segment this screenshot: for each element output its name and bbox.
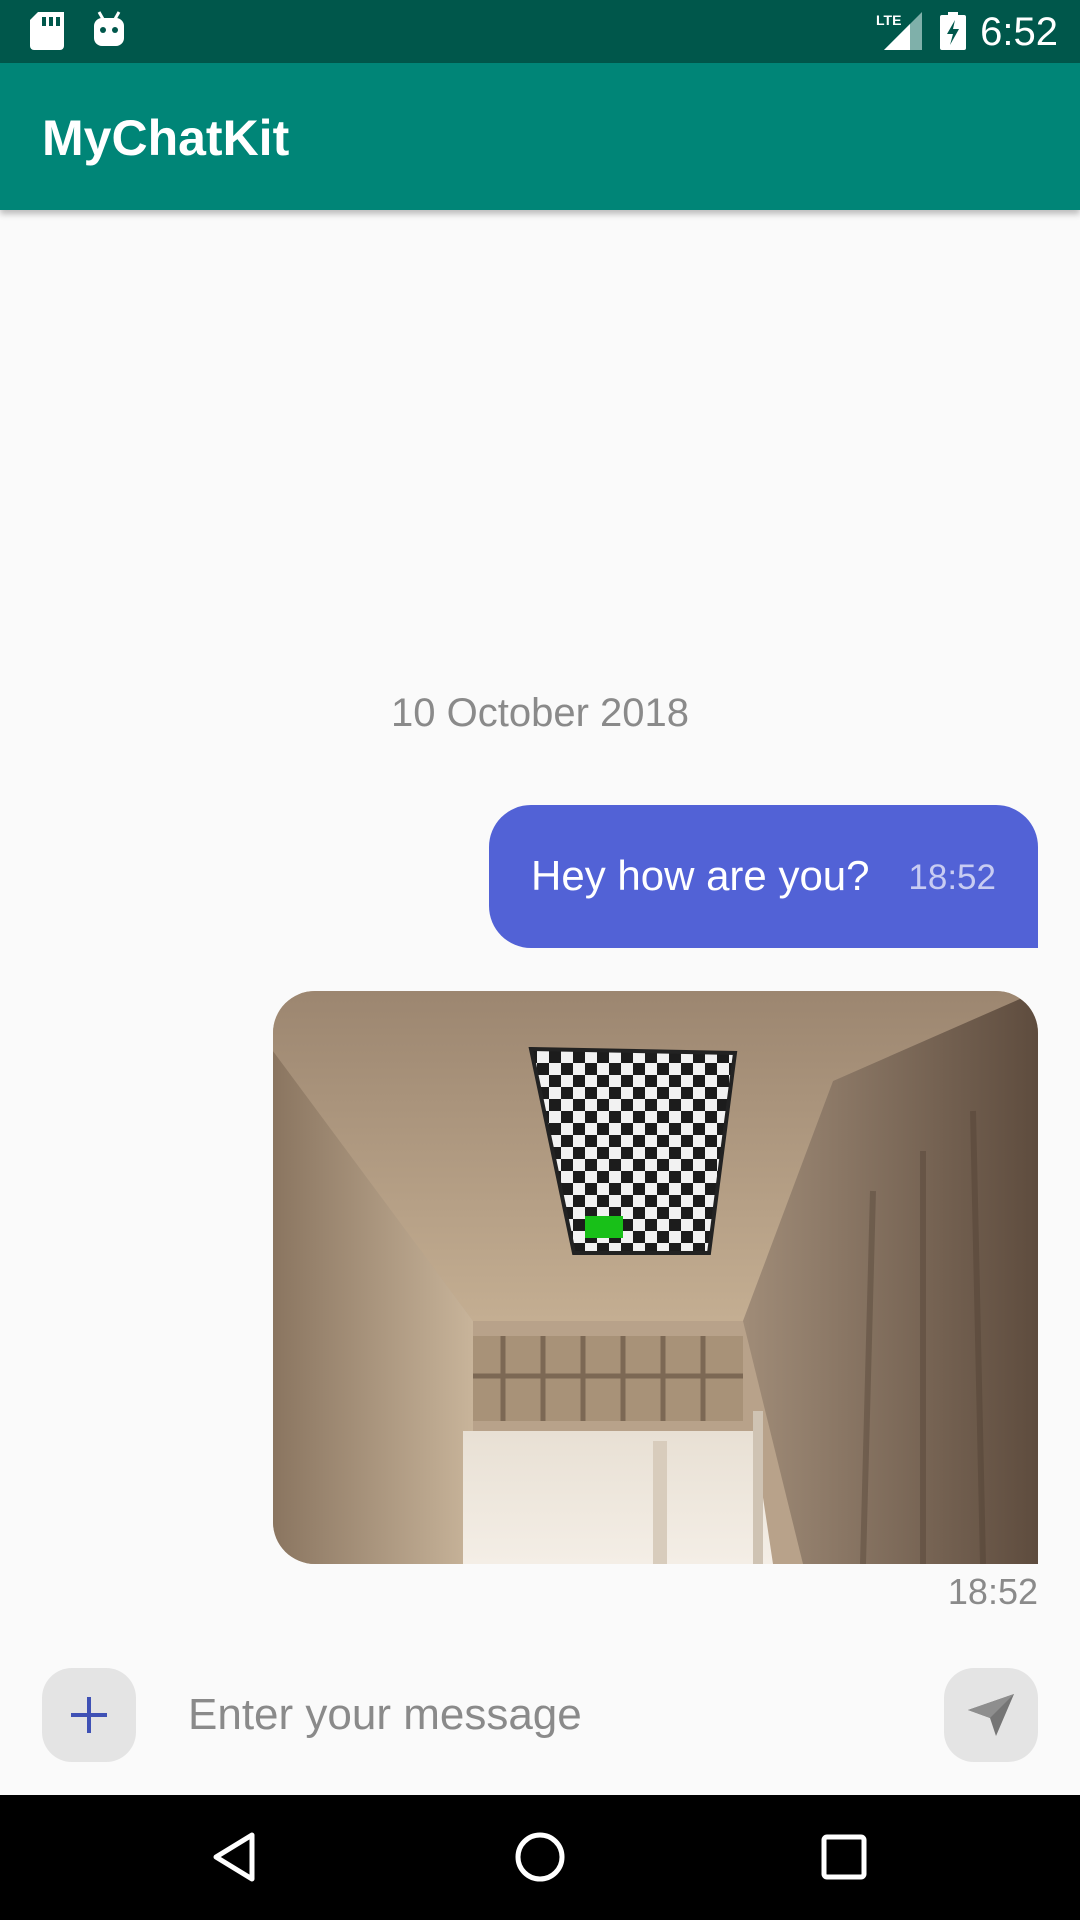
home-circle-icon[interactable] xyxy=(510,1827,570,1887)
battery-charging-icon xyxy=(940,12,966,55)
android-icon xyxy=(92,10,126,53)
send-button[interactable] xyxy=(944,1668,1038,1762)
outgoing-image-message[interactable] xyxy=(273,991,1038,1564)
chat-screen: LTE 6:52 MyChatKit 10 October 2018 Hey h… xyxy=(0,0,1080,1920)
message-input[interactable] xyxy=(180,1680,916,1750)
add-attachment-button[interactable] xyxy=(42,1668,136,1762)
message-time: 18:52 xyxy=(908,858,996,897)
back-triangle-icon[interactable] xyxy=(206,1827,266,1887)
send-icon xyxy=(966,1692,1016,1743)
navigation-bar xyxy=(0,1795,1080,1920)
image-message-time: 18:52 xyxy=(947,1571,1038,1612)
sd-card-icon xyxy=(30,12,64,55)
outgoing-text-message[interactable]: Hey how are you? 18:52 xyxy=(489,805,1038,948)
message-input-bar xyxy=(0,1650,1080,1795)
message-text: Hey how are you? xyxy=(531,852,870,899)
room-photo-image xyxy=(273,991,1038,1564)
app-title: MyChatKit xyxy=(42,110,290,166)
plus-icon xyxy=(69,1695,109,1740)
app-bar: MyChatKit xyxy=(0,63,1080,210)
svg-text:LTE: LTE xyxy=(876,12,901,28)
recents-square-icon[interactable] xyxy=(814,1827,874,1887)
lte-signal-icon: LTE xyxy=(876,12,922,55)
status-bar: LTE 6:52 xyxy=(0,0,1080,63)
date-header: 10 October 2018 xyxy=(391,691,689,735)
status-time: 6:52 xyxy=(980,10,1058,54)
